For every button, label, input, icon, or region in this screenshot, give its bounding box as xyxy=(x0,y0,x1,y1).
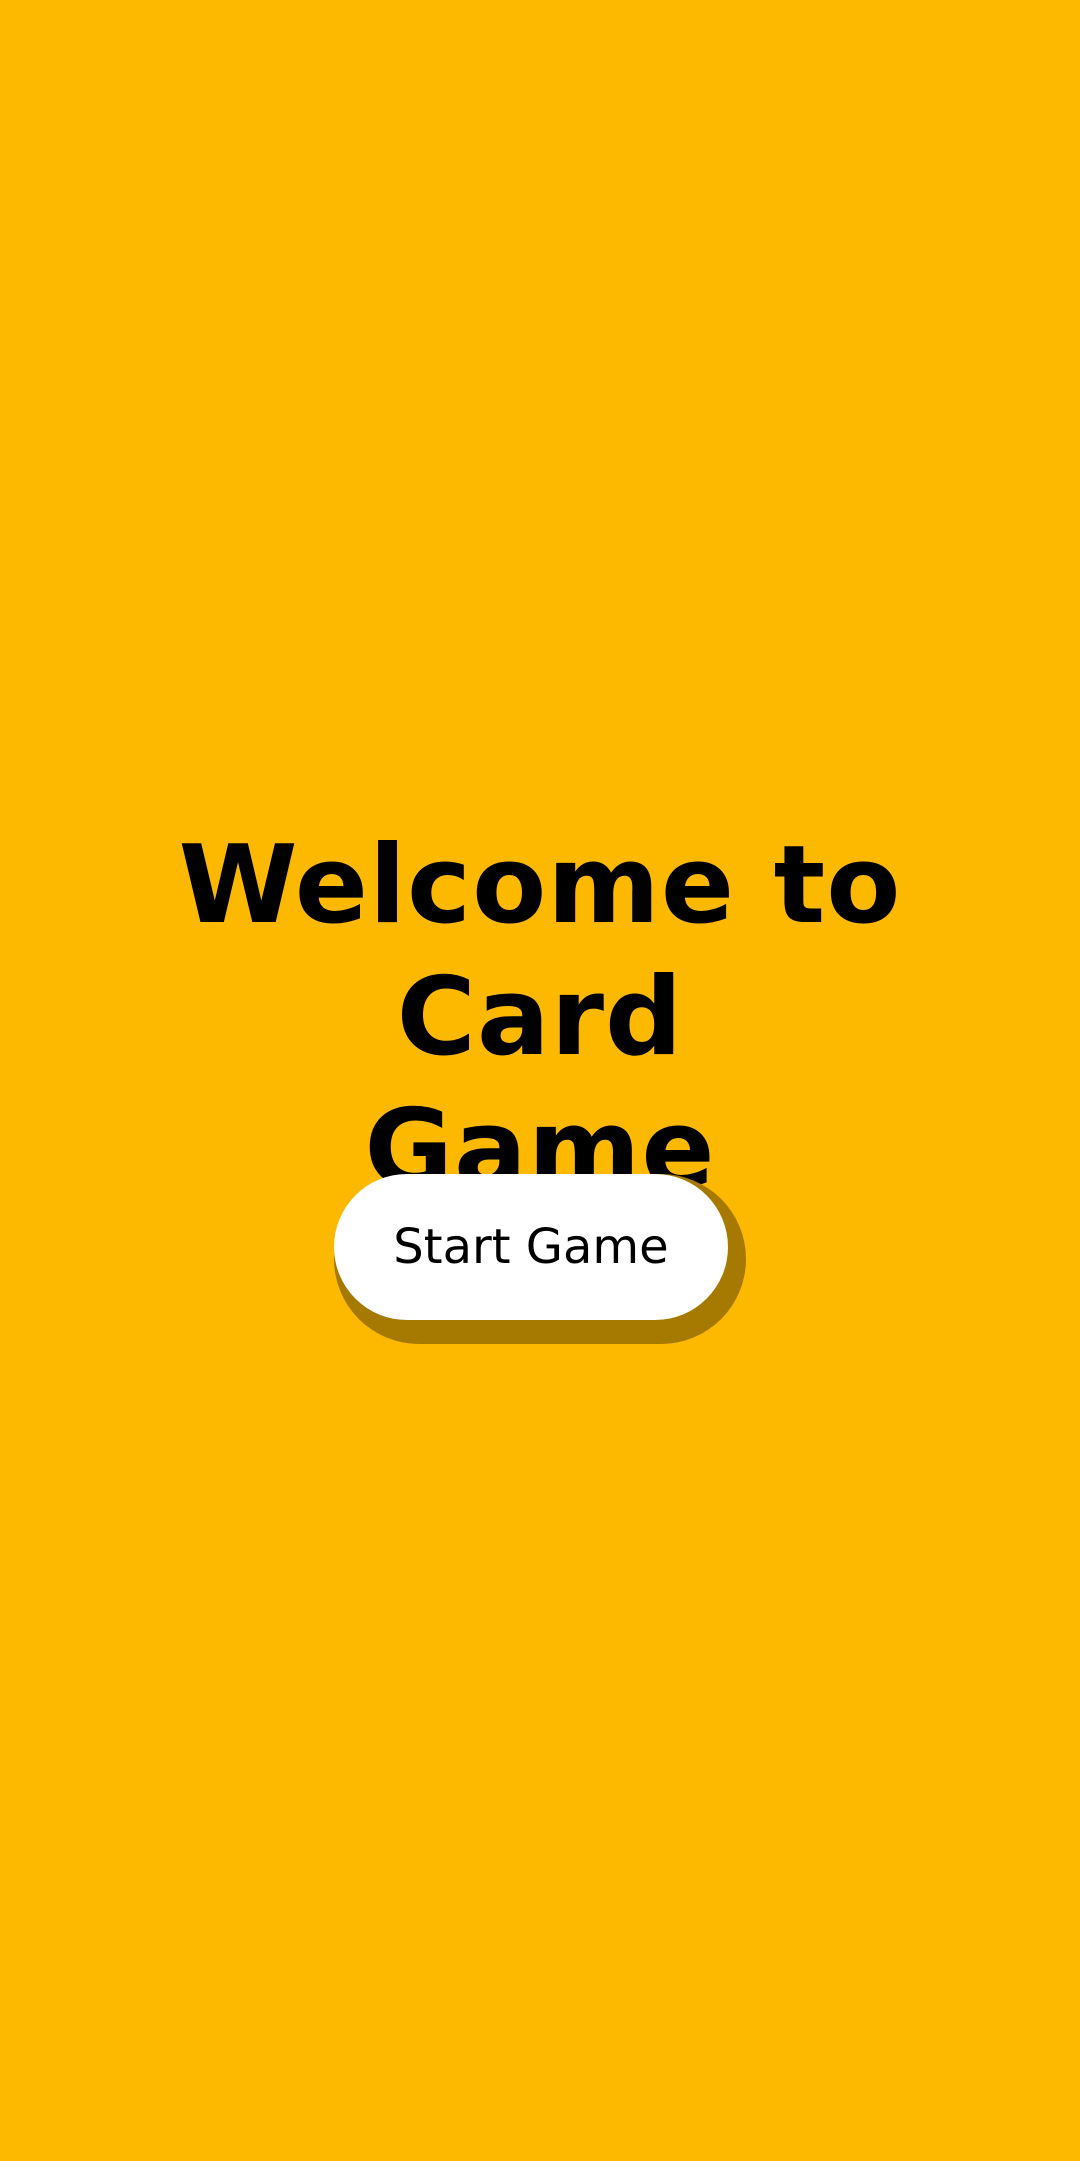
page-title: Welcome to Card Game xyxy=(40,820,1040,1216)
welcome-screen: Welcome to Card Game Start Game xyxy=(0,0,1080,2161)
start-button-container: Start Game xyxy=(334,1174,746,1344)
title-line-1: Welcome to Card xyxy=(178,823,902,1080)
start-game-button[interactable]: Start Game xyxy=(334,1174,728,1320)
